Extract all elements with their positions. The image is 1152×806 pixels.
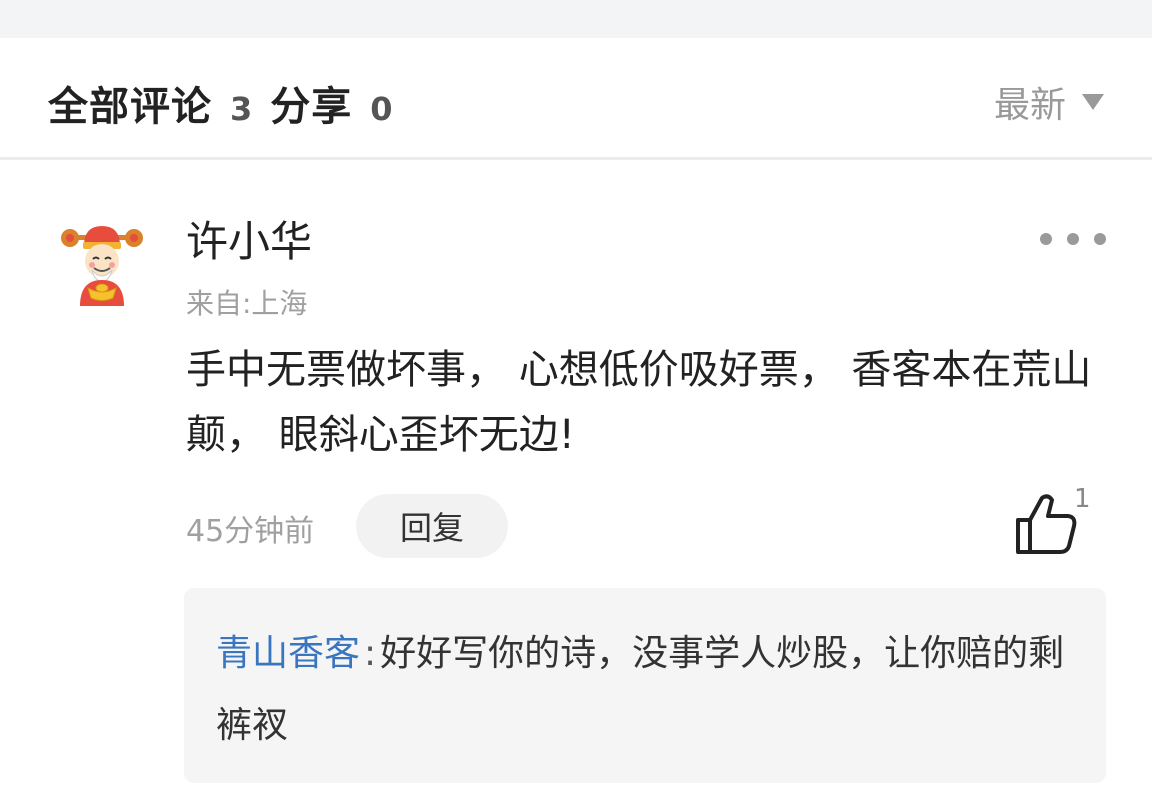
comments-summary: 全部评论 3 分享 0 xyxy=(48,74,411,132)
share-count: 0 xyxy=(370,90,393,128)
dot xyxy=(1067,233,1079,245)
comment-item: 许小华 来自:上海 手中无票做坏事， 心想低价吸好票， 香客本在荒山颠， 眼斜心… xyxy=(0,160,1152,806)
top-spacer xyxy=(0,0,1152,38)
comments-header: 全部评论 3 分享 0 最新 xyxy=(0,38,1152,158)
comment-author[interactable]: 许小华 xyxy=(186,208,312,269)
dot xyxy=(1094,233,1106,245)
caishen-avatar-icon xyxy=(61,226,143,306)
reply-button[interactable]: 回复 xyxy=(356,494,508,558)
dot xyxy=(1040,233,1052,245)
comments-count: 3 xyxy=(230,90,253,128)
comment-location: 来自:上海 xyxy=(186,287,308,320)
comments-tab-label[interactable]: 全部评论 xyxy=(48,74,212,132)
comment-text: 手中无票做坏事， 心想低价吸好票， 香客本在荒山颠， 眼斜心歪坏无边! xyxy=(186,347,1092,458)
share-tab-label[interactable]: 分享 xyxy=(270,74,352,132)
reply-author[interactable]: 青山香客 xyxy=(216,633,360,674)
avatar[interactable] xyxy=(56,218,148,310)
replies-box[interactable]: 青山香客: 好好写你的诗，没事学人炒股，让你赔的剩裤衩 xyxy=(184,588,1106,783)
thumbs-up-icon xyxy=(1016,494,1077,554)
reply-item: 青山香客: 好好写你的诗，没事学人炒股，让你赔的剩裤衩 xyxy=(216,618,1074,762)
like-count: 1 xyxy=(1074,484,1091,514)
more-dots-icon[interactable] xyxy=(1040,230,1106,248)
comment-time: 45分钟前 xyxy=(186,514,315,549)
sort-label: 最新 xyxy=(993,85,1066,126)
reply-separator: : xyxy=(364,633,377,674)
sort-dropdown[interactable]: 最新 xyxy=(994,76,1104,128)
triangle-down-icon xyxy=(1082,94,1104,110)
